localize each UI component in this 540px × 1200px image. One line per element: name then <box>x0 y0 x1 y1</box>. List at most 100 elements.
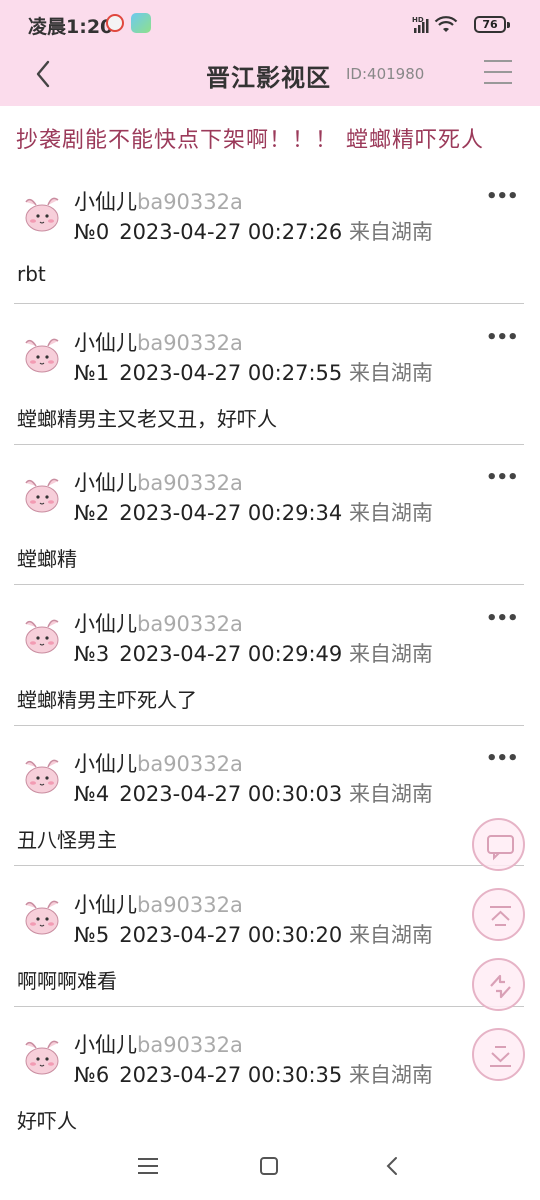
post-meta: №5 2023-04-27 00:30:20 来自湖南 <box>74 919 433 949</box>
more-options-icon[interactable]: ••• <box>486 608 519 629</box>
forum-id-label: ID:401980 <box>346 65 425 83</box>
comment-icon <box>487 835 514 861</box>
post-username[interactable]: 小仙儿 <box>74 190 137 214</box>
post-content: rbt <box>17 262 46 286</box>
post-meta: №3 2023-04-27 00:29:49 来自湖南 <box>74 638 433 668</box>
back-icon[interactable] <box>28 56 60 92</box>
post-number: №0 <box>74 220 110 244</box>
post-number: №3 <box>74 641 110 666</box>
post-item[interactable]: 小仙儿ba90332a №0 2023-04-27 00:27:26 来自湖南 •••… <box>0 178 540 318</box>
more-options-icon[interactable]: ••• <box>486 327 519 348</box>
post-content: 螳螂精 <box>17 547 77 571</box>
post-username[interactable]: 小仙儿 <box>74 1033 137 1057</box>
post-username-line: 小仙儿ba90332a <box>74 748 243 778</box>
post-meta: №0 2023-04-27 00:27:26 来自湖南 <box>74 216 433 246</box>
post-item[interactable]: 小仙儿ba90332a №5 2023-04-27 00:30:20 来自湖南啊啊啊… <box>0 881 540 1021</box>
nav-bar: 晋江影视区 ID:401980 <box>0 48 540 104</box>
post-item[interactable]: 小仙儿ba90332a №6 2023-04-27 00:30:35 来自湖南好吓人 <box>0 1021 540 1161</box>
menu-icon[interactable] <box>484 60 514 88</box>
post-number: №6 <box>74 1063 110 1087</box>
avatar[interactable] <box>20 473 64 517</box>
post-username[interactable]: 小仙儿 <box>74 893 137 917</box>
thread-title: 抄袭剧能不能快点下架啊！！！ 螳螂精吓死人 <box>16 128 484 153</box>
post-content: 啊啊啊难看 <box>17 968 117 993</box>
post-username[interactable]: 小仙儿 <box>74 752 137 776</box>
scroll-bottom-icon <box>490 1046 511 1067</box>
post-meta: №1 2023-04-27 00:27:55 来自湖南 <box>74 357 433 387</box>
post-user-id: ba90332a <box>137 190 243 214</box>
more-options-icon[interactable]: ••• <box>486 186 519 207</box>
avatar[interactable] <box>20 192 64 236</box>
post-datetime: 2023-04-27 00:30:20 <box>119 922 343 947</box>
post-username-line: 小仙儿ba90332a <box>74 1029 243 1059</box>
scroll-bottom-button[interactable] <box>472 1028 525 1081</box>
post-username-line: 小仙儿ba90332a <box>74 608 243 638</box>
post-item[interactable]: 小仙儿ba90332a №2 2023-04-27 00:29:34 来自湖南 •••… <box>0 459 540 599</box>
post-user-id: ba90332a <box>137 892 243 917</box>
post-item[interactable]: 小仙儿ba90332a №1 2023-04-27 00:27:55 来自湖南 •••… <box>0 319 540 459</box>
more-options-icon[interactable]: ••• <box>486 748 519 769</box>
post-location: 来自湖南 <box>348 360 433 385</box>
post-username-line: 小仙儿ba90332a <box>74 327 243 357</box>
scroll-top-button[interactable] <box>472 888 525 941</box>
post-content: 螳螂精男主又老又丑，好吓人 <box>17 406 277 431</box>
post-number: №5 <box>74 922 110 947</box>
notification-app-icon-2 <box>131 13 151 33</box>
post-divider <box>14 865 524 866</box>
scroll-top-icon <box>490 906 511 926</box>
home-icon[interactable] <box>260 1157 278 1175</box>
more-options-icon[interactable]: ••• <box>486 467 519 488</box>
post-location: 来自湖南 <box>348 641 433 666</box>
avatar[interactable] <box>20 895 64 939</box>
post-user-id: ba90332a <box>137 611 243 636</box>
notification-app-icon <box>106 14 124 32</box>
post-username-line: 小仙儿ba90332a <box>74 186 243 216</box>
post-username[interactable]: 小仙儿 <box>74 471 137 495</box>
post-divider <box>14 1005 524 1007</box>
post-location: 来自湖南 <box>348 1063 433 1087</box>
post-username-line: 小仙儿ba90332a <box>74 889 243 919</box>
refresh-button[interactable] <box>472 958 525 1011</box>
post-datetime: 2023-04-27 00:30:35 <box>119 1063 343 1087</box>
top-bar: 凌晨1:20 HD 76 晋江影视区 ID:401980 <box>0 0 540 106</box>
recent-apps-icon[interactable] <box>138 1158 158 1179</box>
comment-button[interactable] <box>472 818 525 871</box>
post-user-id: ba90332a <box>137 1033 243 1057</box>
post-item[interactable]: 小仙儿ba90332a №3 2023-04-27 00:29:49 来自湖南 •••… <box>0 600 540 740</box>
post-location: 来自湖南 <box>348 922 433 947</box>
post-datetime: 2023-04-27 00:30:03 <box>119 782 343 806</box>
post-username[interactable]: 小仙儿 <box>74 612 137 636</box>
post-datetime: 2023-04-27 00:27:26 <box>119 220 343 244</box>
post-item[interactable]: 小仙儿ba90332a №4 2023-04-27 00:30:03 来自湖南 •••… <box>0 740 540 880</box>
avatar[interactable] <box>20 333 64 377</box>
page-title: 晋江影视区 <box>206 64 331 92</box>
avatar[interactable] <box>20 754 64 798</box>
avatar[interactable] <box>20 614 64 658</box>
post-meta: №2 2023-04-27 00:29:34 来自湖南 <box>74 497 433 527</box>
post-content: 螳螂精男主吓死人了 <box>17 687 197 712</box>
refresh-icon <box>490 974 511 999</box>
post-user-id: ba90332a <box>137 330 243 355</box>
post-divider <box>14 724 524 726</box>
post-location: 来自湖南 <box>348 782 433 806</box>
post-number: №1 <box>74 360 110 385</box>
post-location: 来自湖南 <box>348 501 433 525</box>
system-back-icon[interactable] <box>384 1155 400 1177</box>
post-meta: №6 2023-04-27 00:30:35 来自湖南 <box>74 1059 433 1089</box>
post-user-id: ba90332a <box>137 471 243 495</box>
post-number: №2 <box>74 501 110 525</box>
post-user-id: ba90332a <box>137 752 243 776</box>
post-username-line: 小仙儿ba90332a <box>74 467 243 497</box>
system-nav-bar <box>0 1142 540 1200</box>
post-content: 丑八怪男主 <box>17 828 117 852</box>
post-datetime: 2023-04-27 00:27:55 <box>119 360 343 385</box>
post-username[interactable]: 小仙儿 <box>74 331 137 355</box>
post-divider <box>14 584 524 585</box>
signal-wifi-icon: HD <box>412 16 458 33</box>
post-divider <box>14 443 524 445</box>
post-divider <box>14 303 524 304</box>
status-bar: 凌晨1:20 HD 76 <box>0 0 540 48</box>
post-datetime: 2023-04-27 00:29:49 <box>119 641 343 666</box>
avatar[interactable] <box>20 1035 64 1079</box>
post-content: 好吓人 <box>17 1109 77 1133</box>
